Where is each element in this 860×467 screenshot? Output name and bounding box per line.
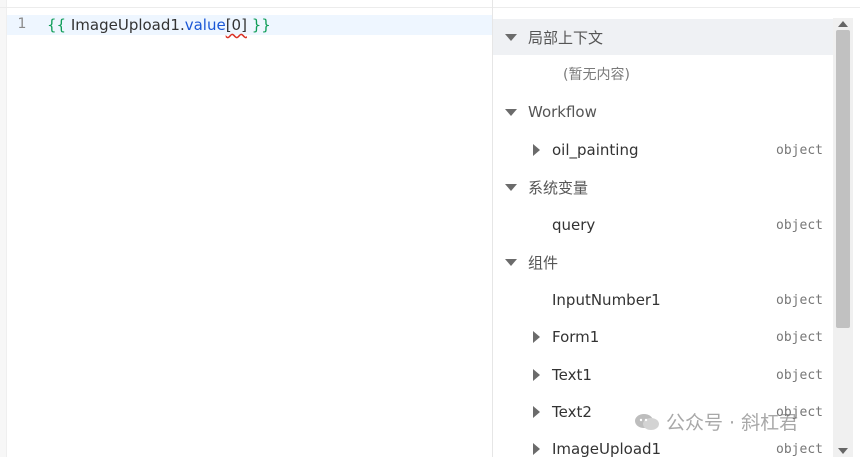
caret-right-icon[interactable] [533, 369, 540, 381]
type-badge: object [776, 441, 823, 457]
tree-item-label: Text1 [552, 366, 592, 384]
tree-item-label: InputNumber1 [552, 291, 661, 309]
section-label: 组件 [528, 253, 559, 272]
tree-item-label: oil_painting [552, 141, 639, 159]
tree-item-label: Form1 [552, 328, 600, 346]
caret-down-icon[interactable] [505, 34, 517, 41]
panel-top-divider [493, 7, 860, 8]
type-badge: object [776, 367, 823, 383]
scroll-thumb[interactable] [836, 30, 850, 328]
scroll-down-icon[interactable] [838, 448, 848, 454]
type-badge: object [776, 329, 823, 345]
type-badge: object [776, 217, 823, 233]
tree-empty-row: (暂无内容) [493, 56, 833, 92]
caret-down-icon[interactable] [505, 184, 517, 191]
scroll-up-icon[interactable] [838, 21, 848, 27]
tree-item-label: ImageUpload1 [552, 440, 662, 458]
tree-section-local-context[interactable]: 局部上下文 [493, 19, 833, 55]
watermark-text: 公众号 · 斜杠君 [666, 412, 799, 434]
editor-gutter [0, 0, 7, 457]
caret-right-icon[interactable] [533, 144, 540, 156]
section-label: Workflow [528, 103, 597, 121]
tree-item-label: query [552, 216, 596, 234]
tree-item-oil-painting[interactable]: oil_painting object [493, 132, 833, 168]
tree-item-imageupload1[interactable]: ImageUpload1 object [493, 431, 833, 467]
template-close-brace: }} [246, 16, 271, 34]
wechat-icon [635, 413, 659, 430]
tree-section-workflow[interactable]: Workflow [493, 94, 833, 130]
property: value [184, 16, 226, 34]
template-open-brace: {{ [47, 16, 67, 34]
index-accessor: [0] [225, 16, 247, 34]
tree-item-form1[interactable]: Form1 object [493, 319, 833, 355]
caret-down-icon[interactable] [505, 109, 517, 116]
variable-tree-panel: 局部上下文 (暂无内容) Workflow oil_painting objec… [493, 0, 860, 458]
tree-scrollbar[interactable] [833, 18, 853, 457]
section-label: 系统变量 [528, 178, 589, 197]
type-badge: object [776, 292, 823, 308]
tree-item-text1[interactable]: Text1 object [493, 357, 833, 393]
type-badge: object [776, 142, 823, 158]
caret-right-icon[interactable] [533, 443, 540, 455]
watermark: 公众号 · 斜杠君 [634, 408, 798, 435]
tree-section-system-vars[interactable]: 系统变量 [493, 169, 833, 205]
tree-item-query[interactable]: query object [493, 207, 833, 243]
code-editor[interactable]: 1 {{ ImageUpload1.value[0] }} [0, 0, 493, 457]
section-label: 局部上下文 [528, 28, 604, 47]
tree-item-label: Text2 [552, 403, 592, 421]
editor-top-divider [0, 7, 492, 8]
caret-right-icon[interactable] [533, 406, 540, 418]
tree-section-components[interactable]: 组件 [493, 244, 833, 280]
caret-right-icon[interactable] [533, 331, 540, 343]
tree-item-inputnumber1[interactable]: InputNumber1 object [493, 282, 833, 318]
identifier: ImageUpload1. [66, 16, 185, 34]
code-line-1[interactable]: {{ ImageUpload1.value[0] }} [47, 15, 271, 35]
empty-placeholder: (暂无内容) [563, 67, 630, 83]
line-number: 1 [17, 16, 27, 32]
caret-down-icon[interactable] [505, 259, 517, 266]
